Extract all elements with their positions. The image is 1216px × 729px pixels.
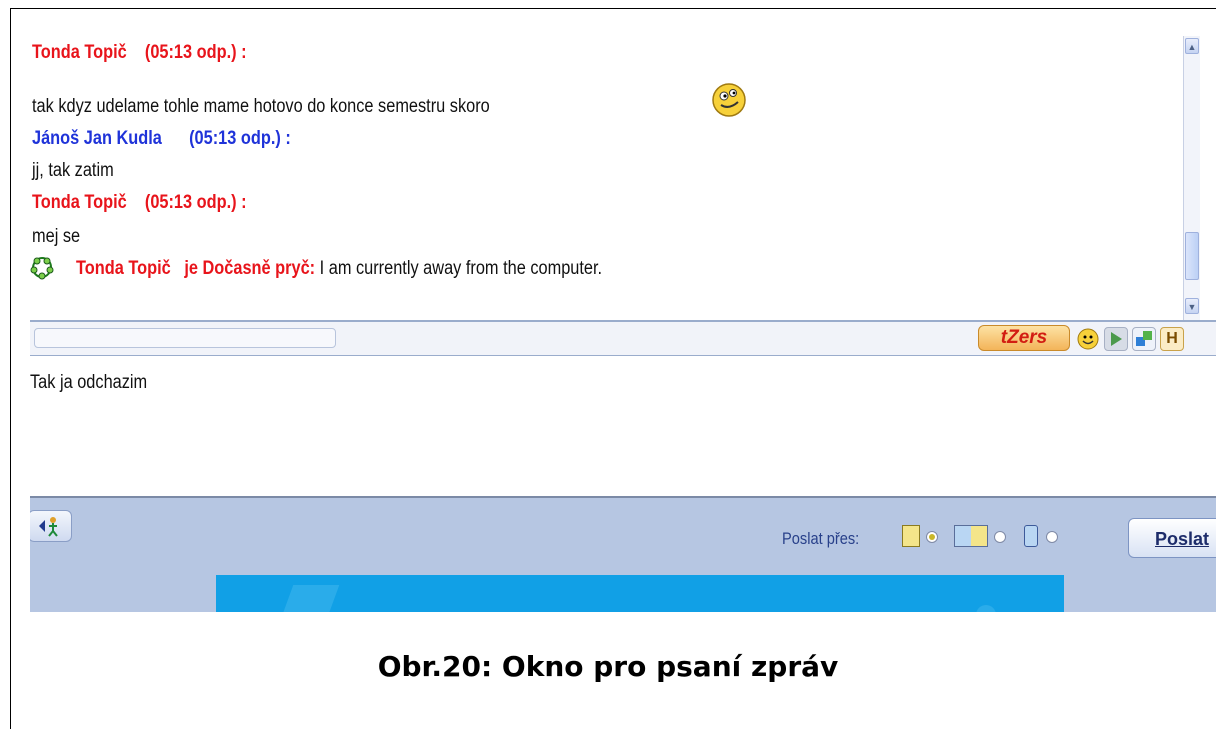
figure-caption: Obr.20: Okno pro psaní zpráv [377,650,839,683]
banner-graphic [278,585,340,612]
icq-message-window: Tonda Topič (05:13 odp.) : tak kdyz udel… [30,36,1216,612]
message-time: (05:13 odp.) : [144,42,247,63]
send-option-radio[interactable] [994,531,1006,543]
bottom-bar: Poslat přes: Poslat [30,498,1216,612]
icq-network-icon[interactable] [902,525,920,547]
send-option-radio[interactable] [926,531,938,543]
message-text: mej se [32,226,81,247]
send-via-label: Poslat přes: [782,529,860,548]
message-header: Tonda Topič (05:13 odp.) : [32,192,247,214]
winking-smiley-icon [711,82,747,123]
puzzle-icon[interactable] [1132,327,1156,351]
status-line: Tonda Topič je Dočasně pryč: I am curren… [76,258,602,280]
away-status-icon [30,256,54,285]
send-option-radio[interactable] [1046,531,1058,543]
ad-banner[interactable] [216,575,1064,612]
message-input-value: Tak ja odchazim [30,372,148,393]
history-scrollbar[interactable]: ▲ ▼ [1183,36,1200,320]
scroll-down-button[interactable]: ▼ [1185,298,1199,314]
sender-name: Tonda Topič [32,192,127,213]
message-header: Tonda Topič (05:13 odp.) : [32,42,247,64]
status-message: I am currently away from the computer. [319,258,603,279]
message-input[interactable]: Tak ja odchazim [30,356,1216,498]
tzers-button[interactable]: tZers [978,325,1070,351]
scroll-thumb[interactable] [1185,232,1199,280]
sms-and-icq-icon[interactable] [954,525,988,547]
sender-name: Jánoš Jan Kudla [32,128,162,149]
animation-icon[interactable] [1104,327,1128,351]
message-toolbar: tZers H [30,320,1216,356]
chat-history: Tonda Topič (05:13 odp.) : tak kdyz udel… [30,36,1200,320]
message-text: jj, tak zatim [32,160,114,181]
scroll-up-button[interactable]: ▲ [1185,38,1199,54]
mobile-sms-icon[interactable] [1024,525,1038,547]
banner-graphic [976,605,996,612]
contacts-button[interactable] [30,510,72,542]
history-icon[interactable]: H [1160,327,1184,351]
message-time: (05:13 odp.) : [189,128,291,149]
message-header: Jánoš Jan Kudla (05:13 odp.) : [32,128,291,150]
status-name: Tonda Topič [76,258,171,279]
send-button[interactable]: Poslat [1128,518,1216,558]
message-text: tak kdyz udelame tohle mame hotovo do ko… [32,96,490,117]
back-person-icon [39,517,58,537]
typing-indicator-bar [34,328,336,348]
smiley-icon[interactable] [1076,327,1100,351]
status-label: je Dočasně pryč: [184,258,316,279]
sender-name: Tonda Topič [32,42,127,63]
message-time: (05:13 odp.) : [144,192,247,213]
